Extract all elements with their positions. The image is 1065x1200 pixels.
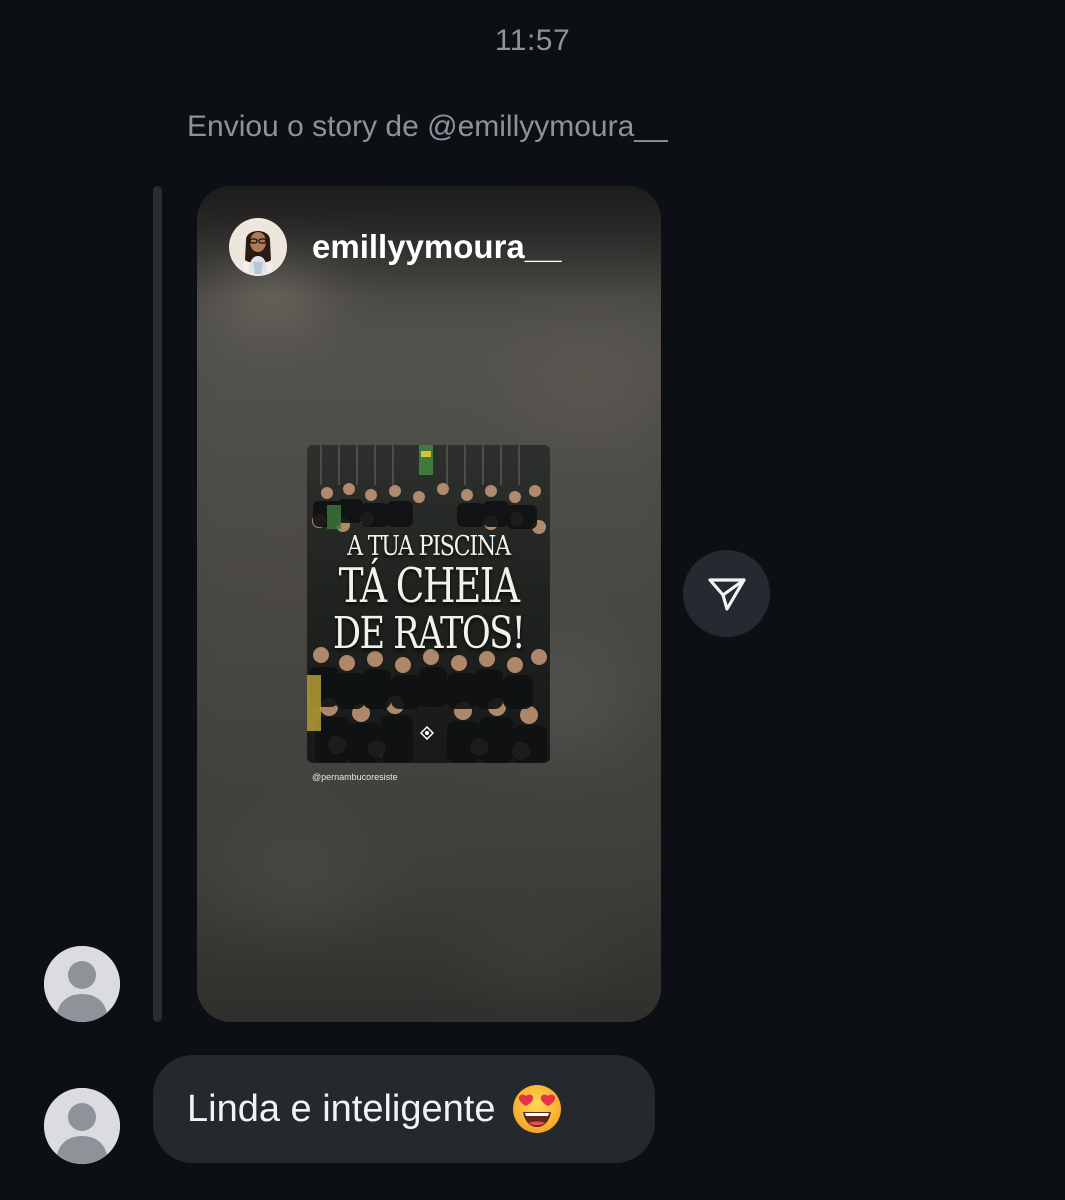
sender-avatar[interactable] (44, 946, 120, 1022)
reply-indicator-bar (153, 186, 162, 1022)
message-bubble[interactable]: Linda e inteligente (153, 1055, 655, 1163)
poster-headline-line1: A TUA PISCINA (347, 531, 511, 562)
heart-eyes-emoji-icon (513, 1085, 562, 1133)
send-icon (707, 577, 746, 611)
default-user-icon (44, 946, 120, 1022)
message-timestamp: 11:57 (494, 24, 571, 57)
story-poster-image: A TUA PISCINA TÁ CHEIA DE RATOS! (307, 445, 550, 763)
poster-headline-line3: DE RATOS! (332, 608, 526, 659)
sender-avatar[interactable] (44, 1088, 120, 1164)
story-share-caption: Enviou o story de @emillyymoura__ (187, 110, 668, 143)
share-story-button[interactable] (683, 550, 770, 637)
message-text: Linda e inteligente (187, 1087, 496, 1130)
poster-headline-line2: TÁ CHEIA (338, 558, 520, 614)
shared-story-card[interactable]: emillyymoura__ A TUA PISCINA TÁ CHEIA DE… (197, 186, 661, 1022)
poster-headline: A TUA PISCINA TÁ CHEIA DE RATOS! (307, 533, 550, 656)
poster-logo-icon (420, 726, 434, 740)
chat-thread: 11:57 Enviou o story de @emillyymoura__ … (0, 0, 1065, 1200)
story-author-avatar[interactable] (229, 218, 287, 276)
poster-source-handle: @pernambucoresiste (312, 772, 398, 782)
story-author-username[interactable]: emillyymoura__ (312, 228, 561, 266)
default-user-icon (44, 1088, 120, 1164)
